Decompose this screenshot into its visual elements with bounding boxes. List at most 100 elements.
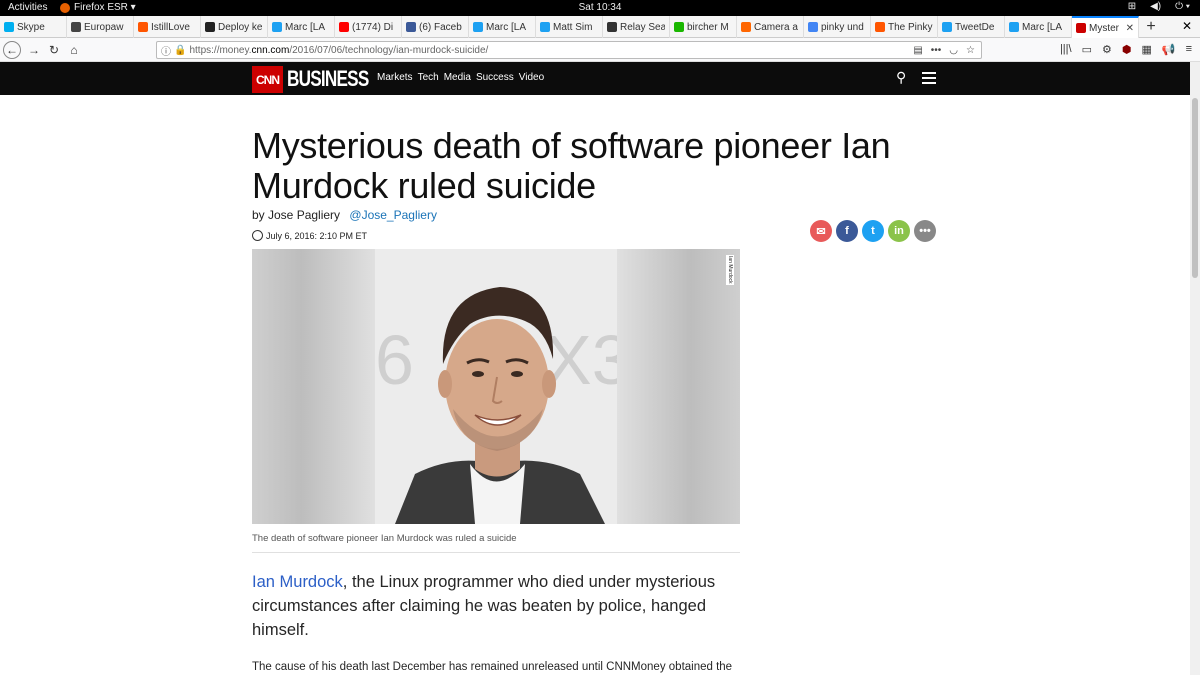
tab-label: pinky und <box>821 21 864 33</box>
browser-tab[interactable]: Myster ✕ <box>1072 16 1139 38</box>
window-close-icon[interactable]: ✕ <box>1182 19 1192 33</box>
lock-icon[interactable]: 🔒 <box>174 45 186 56</box>
browser-tab[interactable]: The Pinky <box>871 16 938 38</box>
browser-tab[interactable]: Marc [LA <box>469 16 536 38</box>
menu-icon[interactable]: ≡ <box>1186 43 1192 56</box>
tab-favicon-icon <box>406 22 416 32</box>
page-scrollbar[interactable] <box>1190 62 1200 675</box>
new-tab-button[interactable]: + <box>1139 16 1163 38</box>
back-button[interactable]: ← <box>3 41 21 59</box>
firefox-icon <box>60 2 70 13</box>
tab-favicon-icon <box>674 22 684 32</box>
article-photo[interactable]: 6 X3 Ian Murdock <box>252 249 740 524</box>
tab-label: Marc [LA <box>486 21 527 33</box>
author-name: by Jose Pagliery <box>252 208 341 222</box>
browser-tab[interactable]: (6) Faceb <box>402 16 469 38</box>
tab-favicon-icon <box>875 22 885 32</box>
pocket-icon[interactable]: ◡ <box>949 45 958 56</box>
bookmark-star-icon[interactable]: ☆ <box>966 45 975 56</box>
tab-favicon-icon <box>741 22 751 32</box>
tab-label: Marc [LA <box>285 21 326 33</box>
tab-label: Europaw <box>84 21 124 33</box>
publish-date: July 6, 2016: 2:10 PM ET <box>252 230 367 241</box>
tab-label: Marc [LA <box>1022 21 1063 33</box>
headline-line-2: Murdock ruled suicide <box>252 165 596 206</box>
ublock-icon[interactable]: ⬢ <box>1122 43 1132 56</box>
browser-tab[interactable]: Marc [LA <box>1005 16 1072 38</box>
close-tab-icon[interactable]: ✕ <box>1126 23 1134 34</box>
info-icon[interactable]: ⓘ <box>161 43 171 58</box>
tab-label: TweetDe <box>955 21 995 33</box>
home-button[interactable]: ⌂ <box>65 41 83 59</box>
browser-tab[interactable]: pinky und <box>804 16 871 38</box>
megaphone-icon[interactable]: 📢 <box>1162 43 1176 56</box>
date-text: July 6, 2016: 2:10 PM ET <box>266 230 368 241</box>
linkedin-share-icon[interactable]: in <box>888 220 910 242</box>
ian-murdock-link[interactable]: Ian Murdock <box>252 573 343 591</box>
nav-link-tech[interactable]: Tech <box>418 72 439 83</box>
article-headline: Mysterious death of software pioneer Ian… <box>252 126 952 206</box>
tab-favicon-icon <box>205 22 215 32</box>
url-text[interactable]: https://money.cnn.com/2016/07/06/technol… <box>189 45 488 56</box>
forward-button[interactable]: → <box>25 41 43 59</box>
clock[interactable]: Sat 10:34 <box>0 2 1200 13</box>
nav-link-success[interactable]: Success <box>476 72 514 83</box>
browser-tab[interactable]: Relay Sea <box>603 16 670 38</box>
twitter-share-icon[interactable]: t <box>862 220 884 242</box>
page-actions-icon[interactable]: ••• <box>931 45 942 56</box>
browser-tab[interactable]: bircher M <box>670 16 737 38</box>
browser-tab[interactable]: IstillLove <box>134 16 201 38</box>
tab-favicon-icon <box>607 22 617 32</box>
system-tray[interactable]: ⊞ ◀) ⏻ ▾ <box>1128 1 1190 12</box>
photo-blur-left <box>252 249 375 524</box>
sidebar-icon[interactable]: ▭ <box>1082 43 1092 56</box>
browser-tab[interactable]: Deploy ke <box>201 16 268 38</box>
reader-view-icon[interactable]: ▤ <box>913 45 922 56</box>
browser-tab[interactable]: Marc [LA <box>268 16 335 38</box>
browser-tab[interactable]: Skype <box>0 16 67 38</box>
scrollbar-thumb[interactable] <box>1192 98 1198 278</box>
nav-link-markets[interactable]: Markets <box>377 72 413 83</box>
tab-label: The Pinky <box>888 21 933 33</box>
reload-button[interactable]: ↻ <box>45 41 63 59</box>
hamburger-menu-icon[interactable] <box>922 72 936 87</box>
cnn-logo[interactable]: CNN <box>252 66 283 93</box>
portrait-image: 6 X3 <box>375 249 617 524</box>
tab-favicon-icon <box>4 22 14 32</box>
tab-label: (6) Faceb <box>419 21 462 33</box>
extension-icon[interactable]: ⚙ <box>1102 43 1112 56</box>
email-share-icon[interactable]: ✉ <box>810 220 832 242</box>
browser-tab[interactable]: (1774) Di <box>335 16 402 38</box>
app-menu[interactable]: Firefox ESR ▾ <box>60 2 136 13</box>
extension2-icon[interactable]: ▦ <box>1141 43 1151 56</box>
gnome-top-bar: Activities Firefox ESR ▾ Sat 10:34 ⊞ ◀) … <box>0 0 1200 16</box>
nav-link-video[interactable]: Video <box>519 72 544 83</box>
tab-label: Deploy ke <box>218 21 263 33</box>
search-icon[interactable]: ⚲ <box>896 69 906 86</box>
library-icon[interactable]: |||\ <box>1060 43 1072 56</box>
facebook-share-icon[interactable]: f <box>836 220 858 242</box>
tab-favicon-icon <box>808 22 818 32</box>
business-brand[interactable]: BUSINESS <box>287 66 369 92</box>
article-lede: Ian Murdock, the Linux programmer who di… <box>252 570 732 642</box>
tab-label: Matt Sim <box>553 21 593 33</box>
browser-tab[interactable]: Matt Sim <box>536 16 603 38</box>
tab-favicon-icon <box>1009 22 1019 32</box>
navigation-toolbar: ← → ↻ ⌂ ⓘ 🔒 https://money.cnn.com/2016/0… <box>0 38 1200 62</box>
tab-favicon-icon <box>138 22 148 32</box>
activities-button[interactable]: Activities <box>8 2 47 13</box>
tab-label: IstillLove <box>151 21 190 33</box>
url-bar[interactable]: ⓘ 🔒 https://money.cnn.com/2016/07/06/tec… <box>156 41 982 59</box>
browser-tab[interactable]: Europaw <box>67 16 134 38</box>
more-share-icon[interactable]: ••• <box>914 220 936 242</box>
headline-line-1: Mysterious death of software pioneer Ian <box>252 125 891 166</box>
browser-tab[interactable]: Camera a <box>737 16 804 38</box>
byline: by Jose Pagliery @Jose_Pagliery <box>252 208 437 222</box>
author-twitter-link[interactable]: @Jose_Pagliery <box>349 208 437 222</box>
tab-favicon-icon <box>1076 23 1086 33</box>
clock-icon <box>252 230 263 241</box>
tab-favicon-icon <box>339 22 349 32</box>
photo-credit: Ian Murdock <box>726 255 734 285</box>
browser-tab[interactable]: TweetDe <box>938 16 1005 38</box>
nav-link-media[interactable]: Media <box>444 72 471 83</box>
